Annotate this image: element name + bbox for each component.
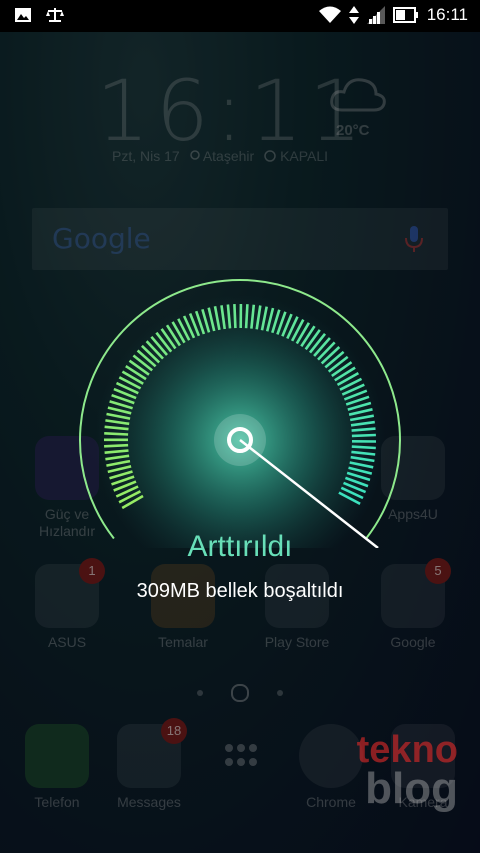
app-label: Play Store	[264, 634, 330, 650]
folder-label: Google	[390, 634, 436, 650]
folder-google[interactable]: 5 Google	[368, 558, 458, 650]
gauge-tick	[104, 432, 129, 436]
data-arrows-icon	[348, 6, 359, 24]
google-logo: Google	[52, 222, 151, 255]
messages-icon: 18	[117, 718, 187, 788]
app-label: Temalar	[158, 634, 208, 650]
boost-gauge	[79, 279, 401, 548]
boost-message: 309MB bellek boşaltıldı	[136, 580, 344, 602]
watermark-line2: blog	[365, 764, 458, 814]
gauge-tick	[244, 304, 249, 329]
signal-icon	[366, 6, 385, 24]
app-temalar[interactable]: Temalar	[138, 564, 228, 650]
wifi-icon	[318, 6, 341, 23]
date-text: Pzt, Nis 17	[112, 148, 180, 164]
chrome-icon	[299, 724, 363, 788]
page-dot[interactable]	[197, 690, 203, 696]
google-search-bar[interactable]: Google	[32, 208, 448, 270]
weather-temp: 20°C	[336, 122, 370, 139]
page-dot[interactable]	[277, 690, 283, 696]
location-icon	[189, 150, 200, 160]
folder-label: ASUS	[47, 634, 87, 650]
notification-badge: 18	[161, 718, 187, 744]
watermark-line1: tekno	[356, 729, 458, 771]
app-label: Messages	[117, 794, 181, 810]
gauge-tick	[351, 445, 376, 450]
page-indicator	[0, 684, 480, 702]
status-bar: 16:11	[0, 0, 480, 32]
app-messages[interactable]: 18 Messages	[104, 718, 194, 810]
status-time: 16:11	[426, 5, 468, 24]
balance-icon	[46, 8, 64, 22]
gauge-hub-glow	[214, 414, 266, 466]
app-label: Telefon	[34, 794, 80, 810]
alarm-text[interactable]: KAPALI	[264, 148, 328, 164]
app-drawer-button[interactable]	[196, 724, 286, 794]
battery-icon	[392, 7, 418, 23]
image-icon	[15, 8, 31, 22]
home-page-dot[interactable]	[231, 684, 249, 702]
gauge-tick	[104, 443, 129, 448]
boost-title: Arttırıldı	[187, 530, 293, 563]
app-play-store[interactable]: Play Store	[252, 564, 342, 650]
folder-asus[interactable]: 1 ASUS	[22, 558, 112, 650]
gauge-tick	[233, 304, 237, 329]
gauge-tick	[351, 433, 376, 438]
app-telefon[interactable]: Telefon	[12, 724, 102, 810]
phone-icon	[25, 724, 89, 788]
watermark-logo: tekno blog	[356, 729, 458, 814]
date-row: Pzt, Nis 17 Ataşehir KAPALI	[112, 148, 328, 164]
alarm-icon	[264, 150, 276, 162]
location-text[interactable]: Ataşehir	[189, 148, 254, 164]
cloud-icon[interactable]	[328, 72, 388, 116]
app-drawer-icon	[209, 724, 273, 788]
mic-icon[interactable]	[404, 224, 424, 254]
